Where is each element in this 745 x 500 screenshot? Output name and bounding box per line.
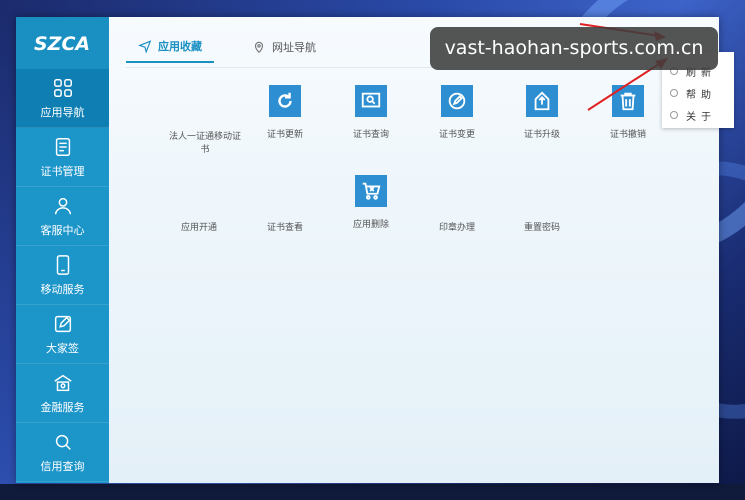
app-label: 证书升级 — [523, 130, 560, 140]
app-label: 证书查看 — [266, 223, 303, 233]
app-label: 印章办理 — [438, 223, 475, 233]
sidebar: SZCA 应用导航 证书管理 客服中心 移动服务 大家签 金融服务 信用查询 — [16, 17, 109, 483]
app-item[interactable]: 印章办理 — [417, 222, 497, 235]
sidebar-item-label: 大家签 — [46, 341, 79, 355]
tab-url-nav[interactable]: 网址导航 — [240, 31, 328, 63]
svg-text:SZCA: SZCA — [34, 33, 90, 55]
app-label: 证书撤销 — [609, 130, 646, 140]
sidebar-item-cert-manage[interactable]: 证书管理 — [16, 128, 109, 187]
sidebar-item-mobile[interactable]: 移动服务 — [16, 246, 109, 305]
user-icon — [54, 197, 71, 214]
sidebar-item-label: 应用导航 — [40, 105, 85, 119]
document-icon — [55, 137, 70, 156]
sidebar-item-label: 移动服务 — [40, 282, 85, 296]
sidebar-item-finance[interactable]: 金融服务 — [16, 364, 109, 423]
sidebar-item-label: 信用查询 — [40, 459, 85, 473]
app-item[interactable]: 证书升级 — [502, 85, 582, 142]
app-label: 应用删除 — [352, 220, 389, 230]
sidebar-item-label: 客服中心 — [40, 223, 85, 237]
app-item[interactable]: 证书查询 — [331, 85, 411, 142]
app-label: 应用开通 — [180, 223, 217, 233]
app-item[interactable]: 法人一证通移动证书 — [165, 131, 245, 157]
app-label: 证书变更 — [438, 130, 475, 140]
cart-delete-icon — [355, 175, 387, 207]
app-item[interactable]: 证书查看 — [245, 222, 325, 235]
sidebar-item-service[interactable]: 客服中心 — [16, 187, 109, 246]
sidebar-item-app-nav[interactable]: 应用导航 — [16, 69, 109, 128]
grid-icon — [53, 78, 72, 97]
location-icon — [254, 41, 264, 54]
tab-label: 网址导航 — [272, 41, 316, 54]
send-icon — [138, 40, 152, 53]
bank-icon — [53, 374, 72, 391]
upgrade-icon — [526, 85, 558, 117]
search-icon — [55, 434, 71, 450]
tab-app-favorites[interactable]: 应用收藏 — [126, 31, 214, 63]
app-item[interactable]: 应用删除 — [331, 175, 411, 232]
mobile-icon — [56, 254, 69, 275]
taskbar — [0, 484, 745, 500]
tab-bar: 应用收藏 网址导航 — [126, 31, 354, 67]
tab-label: 应用收藏 — [158, 40, 202, 53]
app-item[interactable]: 应用开通 — [159, 222, 239, 235]
szca-logo-icon: SZCA — [34, 33, 90, 55]
watermark-overlay: vast-haohan-sports.com.cn — [430, 27, 718, 70]
sidebar-item-label: 金融服务 — [40, 400, 85, 414]
pen-icon — [441, 85, 473, 117]
logo: SZCA — [16, 17, 109, 69]
app-label: 证书查询 — [352, 130, 389, 140]
app-item[interactable]: 证书变更 — [417, 85, 497, 142]
sidebar-item-sign[interactable]: 大家签 — [16, 305, 109, 364]
edit-icon — [54, 315, 71, 332]
app-item[interactable]: 重置密码 — [502, 222, 582, 235]
app-label: 证书更新 — [266, 130, 303, 140]
sidebar-item-credit[interactable]: 信用查询 — [16, 423, 109, 482]
sidebar-item-label: 证书管理 — [40, 164, 85, 178]
app-item[interactable]: 证书更新 — [245, 85, 325, 142]
app-label: 重置密码 — [523, 223, 560, 233]
search-doc-icon — [355, 85, 387, 117]
refresh-icon — [269, 85, 301, 117]
app-label: 法人一证通移动证书 — [168, 132, 241, 155]
